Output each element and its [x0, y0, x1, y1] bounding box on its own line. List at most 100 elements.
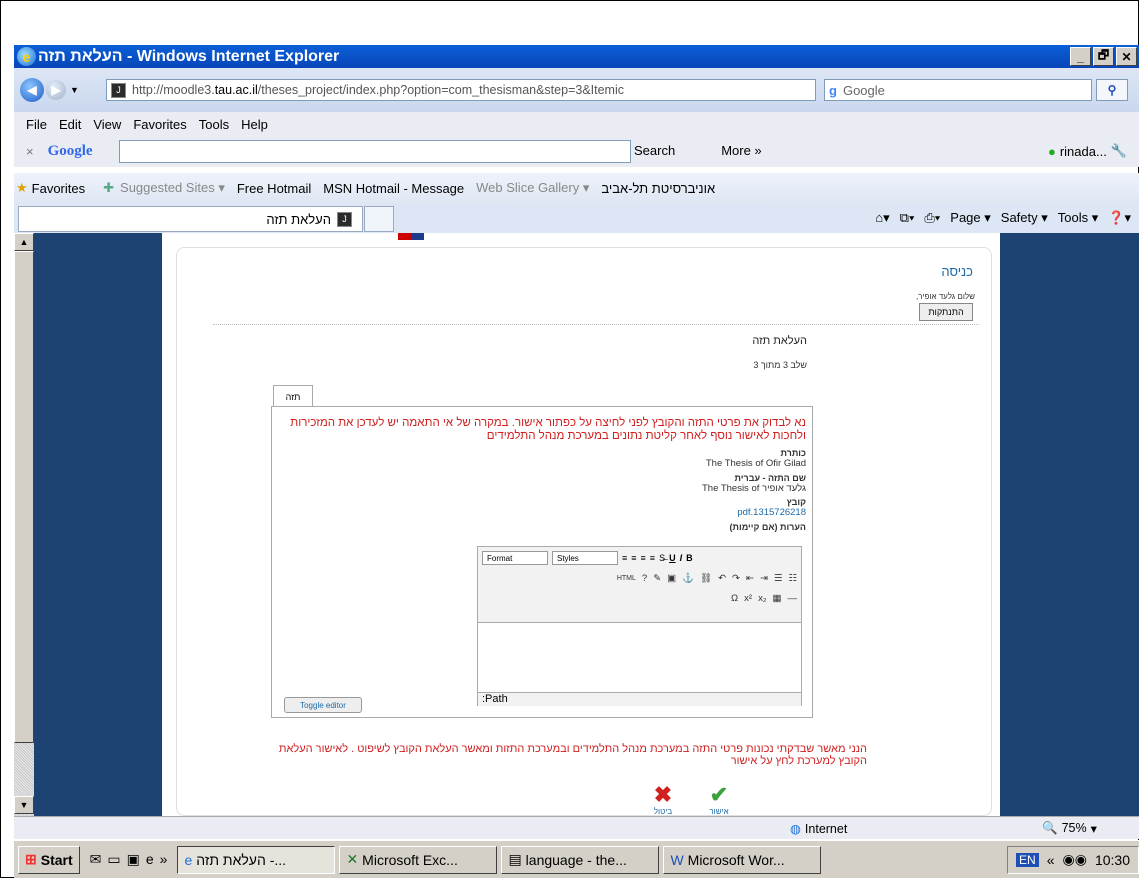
justify-icon[interactable]: ≡	[650, 553, 655, 563]
quicklaunch-outlook-icon[interactable]: ✉	[90, 851, 102, 868]
back-button[interactable]: ◀	[20, 78, 44, 102]
menu-tools[interactable]: Tools	[199, 117, 229, 132]
align-left-icon[interactable]: ≡	[622, 553, 627, 563]
scroll-thumb[interactable]	[14, 251, 34, 743]
task-word[interactable]: W Microsoft Wor...	[663, 845, 822, 874]
quicklaunch-media-icon[interactable]: ▣	[127, 851, 140, 868]
table-icon[interactable]: ▦	[773, 593, 782, 604]
html-icon[interactable]: HTML	[617, 575, 636, 582]
language-flag-icon[interactable]	[398, 233, 424, 240]
indent-icon[interactable]: ⇥	[760, 573, 768, 584]
anchor-icon[interactable]: ⚓	[682, 573, 694, 584]
horizontal-rule-icon[interactable]: —	[788, 593, 798, 604]
address-input[interactable]: J http://moodle3. tau.ac.il/theses_projec…	[106, 79, 816, 101]
task-word-icon: W	[670, 851, 684, 868]
quicklaunch-ie-icon[interactable]: e	[146, 851, 154, 868]
link-icon[interactable]: ⛓	[700, 573, 712, 584]
zoom-control[interactable]: 🔍 75% ▾	[1042, 821, 1097, 836]
google-search-input[interactable]	[119, 140, 631, 163]
zoom-dropdown-icon[interactable]: ▾	[1091, 821, 1097, 836]
close-toolbar-icon[interactable]: ×	[26, 144, 34, 159]
styles-select[interactable]: Styles	[552, 551, 618, 565]
cancel-button[interactable]: ✖ ביטול	[643, 782, 683, 816]
search-box[interactable]: g Google	[824, 79, 1092, 101]
safety-menu[interactable]: Safety ▾	[1001, 210, 1048, 226]
editor-textarea[interactable]	[478, 622, 801, 692]
forward-button[interactable]: ▶	[46, 80, 66, 100]
align-center-icon[interactable]: ≡	[631, 553, 636, 563]
tab-row: העלאת תזה J ⌂▾ ⧉▾ ⎙▾ Page ▾ Safety ▾ Too…	[14, 203, 1139, 233]
redo-icon[interactable]: ↷	[732, 573, 740, 584]
align-right-icon[interactable]: ≡	[641, 553, 646, 563]
fav-free-hotmail[interactable]: Free Hotmail	[237, 181, 311, 196]
close-button[interactable]: ✕	[1116, 47, 1137, 66]
tab-active[interactable]: העלאת תזה J	[18, 206, 363, 232]
step-indicator: שלב 3 מתוך 3	[753, 360, 807, 370]
quicklaunch-desktop-icon[interactable]: ▭	[107, 851, 120, 868]
file-link[interactable]: pdf.1315726218	[737, 507, 806, 518]
outdent-icon[interactable]: ⇤	[746, 573, 754, 584]
scrollbar[interactable]: ▲ ▼	[14, 233, 34, 816]
fav-suggested-sites[interactable]: Suggested Sites ▾	[120, 180, 225, 196]
label-notes: הערות (אם קיימות)	[729, 522, 806, 532]
menu-file[interactable]: File	[26, 117, 47, 132]
format-select[interactable]: Format	[482, 551, 548, 565]
history-dropdown-icon[interactable]: ▼	[70, 85, 79, 95]
language-indicator[interactable]: EN	[1016, 852, 1039, 867]
fav-web-slice-gallery[interactable]: Web Slice Gallery ▾	[476, 180, 589, 196]
search-go-button[interactable]: ⚲	[1096, 79, 1128, 101]
wrench-icon[interactable]: 🔧	[1111, 143, 1127, 159]
start-button[interactable]: ⊞ Start	[18, 845, 80, 874]
print-icon[interactable]: ⎙▾	[924, 210, 940, 226]
italic-icon[interactable]: I	[680, 553, 683, 563]
tab-thesis[interactable]: תזה	[273, 385, 313, 407]
page-menu[interactable]: Page ▾	[950, 210, 991, 226]
fav-tau[interactable]: אוניברסיטת תל-אביב	[601, 181, 715, 196]
tools-menu[interactable]: Tools ▾	[1058, 210, 1099, 226]
quicklaunch-more-icon[interactable]: »	[160, 851, 168, 868]
scroll-up-button[interactable]: ▲	[14, 233, 34, 251]
google-search-button[interactable]: Search	[634, 143, 675, 158]
task-excel[interactable]: ✕ Microsoft Exc...	[339, 845, 498, 874]
special-char-icon[interactable]: Ω	[731, 593, 738, 604]
approve-button[interactable]: ✔ אישור	[699, 782, 739, 816]
numbered-list-icon[interactable]: ☰	[774, 573, 783, 584]
help-editor-icon[interactable]: ?	[642, 573, 647, 584]
help-icon[interactable]: ❓▾	[1108, 210, 1131, 226]
restore-button[interactable]: 🗗	[1093, 47, 1114, 66]
system-tray: EN « ◉◉ 10:30	[1007, 845, 1139, 874]
logout-button[interactable]: התנתקות	[919, 303, 973, 321]
cleanup-icon[interactable]: ✎	[653, 573, 661, 584]
menu-help[interactable]: Help	[241, 117, 268, 132]
tray-expand-icon[interactable]: «	[1047, 852, 1055, 868]
value-heb-name: The Thesis of גלעד אופיר	[701, 483, 806, 494]
new-tab-button[interactable]	[364, 206, 394, 232]
minimize-button[interactable]: _	[1070, 47, 1091, 66]
image-icon[interactable]: ▣	[667, 573, 676, 584]
tray-apps-icon[interactable]: ◉◉	[1063, 851, 1087, 868]
task-word-label: Microsoft Wor...	[687, 851, 785, 868]
bold-icon[interactable]: B	[686, 553, 693, 563]
toggle-editor-button[interactable]: Toggle editor	[284, 697, 362, 713]
subscript-icon[interactable]: x₂	[758, 593, 766, 604]
confirm-text: הנני מאשר שבדקתי נכונות פרטי התזה במערכת…	[278, 743, 867, 767]
google-more-button[interactable]: More »	[721, 143, 761, 158]
feeds-icon[interactable]: ⧉▾	[900, 210, 915, 226]
google-user[interactable]: rinada...	[1060, 144, 1107, 159]
menu-view[interactable]: View	[93, 117, 121, 132]
scroll-down-button[interactable]: ▼	[14, 796, 34, 814]
add-favorite-icon[interactable]: ✚	[103, 180, 114, 196]
favorites-button[interactable]: Favorites	[32, 181, 85, 196]
underline-icon[interactable]: U	[669, 553, 676, 563]
menu-favorites[interactable]: Favorites	[133, 117, 186, 132]
undo-icon[interactable]: ↶	[718, 573, 726, 584]
bullet-list-icon[interactable]: ☷	[788, 573, 797, 584]
task-ie[interactable]: e העלאת תזה -...	[177, 845, 336, 874]
strikethrough-icon[interactable]: S̶	[659, 553, 665, 563]
task-language[interactable]: ▤ language - the...	[501, 845, 660, 874]
fav-msn-hotmail[interactable]: MSN Hotmail - Message	[323, 181, 464, 196]
menu-edit[interactable]: Edit	[59, 117, 81, 132]
quick-launch: ✉ ▭ ▣ e »	[90, 851, 168, 868]
home-icon[interactable]: ⌂▾	[875, 210, 889, 226]
superscript-icon[interactable]: x²	[744, 593, 752, 604]
